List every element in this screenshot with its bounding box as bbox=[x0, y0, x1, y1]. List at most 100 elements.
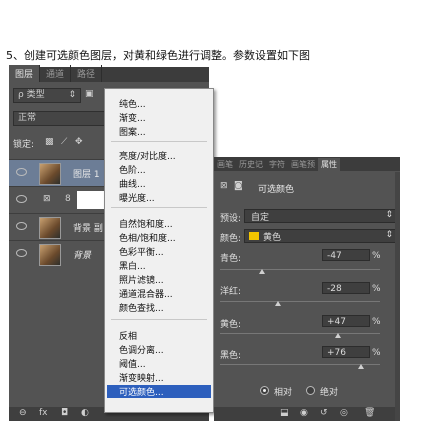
lock-label: 锁定: bbox=[13, 140, 35, 150]
blend-mode-select[interactable]: 正常 bbox=[13, 111, 105, 126]
percent-label: % bbox=[372, 284, 381, 294]
tab-layers[interactable]: 图层 bbox=[9, 65, 41, 82]
radio-absolute-label: 绝对 bbox=[320, 388, 339, 398]
menu-item-color-balance[interactable]: 色彩平衡... bbox=[119, 245, 164, 258]
eye-icon[interactable] bbox=[16, 222, 27, 230]
percent-label: % bbox=[372, 251, 381, 261]
properties-panel: 画笔 历史记 字符 画笔预 属性 ⊠ ◙ 可选颜色 预设: 自定 ⇕ 颜色: 黄… bbox=[214, 157, 400, 421]
blend-mode-value: 正常 bbox=[18, 113, 37, 123]
radio-absolute[interactable] bbox=[306, 386, 315, 395]
mask-icon[interactable]: ◘ bbox=[61, 408, 68, 418]
filter-select[interactable]: ρ 类型 ⇕ bbox=[13, 88, 81, 103]
selective-color-icon: ⊠ bbox=[220, 181, 228, 191]
tab-properties[interactable]: 属性 bbox=[318, 158, 340, 171]
cyan-value-input[interactable]: -47 bbox=[322, 249, 370, 261]
link-icon: 8 bbox=[65, 194, 71, 204]
radio-relative[interactable] bbox=[260, 386, 269, 395]
magenta-slider-knob[interactable] bbox=[274, 301, 281, 306]
menu-item-color-lookup[interactable]: 颜色查找... bbox=[119, 301, 164, 314]
layers-tabs: 图层 通道 路径 bbox=[9, 65, 209, 82]
eye-icon[interactable] bbox=[16, 249, 27, 257]
black-slider-track[interactable] bbox=[220, 364, 380, 365]
adjustment-icon: ⊠ bbox=[43, 194, 51, 204]
menu-item-pattern[interactable]: 图案... bbox=[119, 125, 146, 138]
tab-history[interactable]: 历史记 bbox=[236, 158, 266, 171]
slider-label: 黑色: bbox=[220, 351, 242, 361]
menu-item-photo-filter[interactable]: 照片滤镜... bbox=[119, 273, 164, 286]
black-slider-knob[interactable] bbox=[357, 364, 364, 369]
yellow-value-input[interactable]: +47 bbox=[322, 315, 370, 327]
slider-label: 青色: bbox=[220, 254, 242, 264]
instruction-text: 5、创建可选颜色图层，对黄和绿色进行调整。参数设置如下图 bbox=[6, 49, 310, 62]
menu-item-channel-mixer[interactable]: 通道混合器... bbox=[119, 287, 173, 300]
layer-name: 背景 bbox=[73, 251, 92, 261]
colors-label: 颜色: bbox=[220, 234, 242, 244]
tab-brush-presets[interactable]: 画笔预 bbox=[288, 158, 318, 171]
menu-separator bbox=[111, 207, 207, 208]
magenta-slider-track[interactable] bbox=[220, 301, 380, 302]
tab-character[interactable]: 字符 bbox=[266, 158, 288, 171]
preset-select[interactable]: 自定 ⇕ bbox=[244, 209, 398, 223]
tab-paths[interactable]: 路径 bbox=[71, 65, 103, 82]
eye-icon[interactable] bbox=[16, 195, 27, 203]
chevron-down-icon: ⇕ bbox=[385, 230, 393, 240]
colors-select[interactable]: 黄色 ⇕ bbox=[244, 229, 398, 243]
menu-item-vibrance[interactable]: 自然饱和度... bbox=[119, 217, 173, 230]
chevron-down-icon: ⇕ bbox=[68, 90, 76, 100]
properties-scrollbar[interactable] bbox=[395, 172, 400, 421]
properties-tabs: 画笔 历史记 字符 画笔预 属性 bbox=[214, 157, 400, 171]
layer-thumbnail bbox=[39, 244, 61, 266]
menu-separator bbox=[111, 319, 207, 320]
preset-label: 预设: bbox=[220, 214, 242, 224]
filter-label: ρ 类型 bbox=[18, 90, 45, 100]
menu-item-gradient-map[interactable]: 渐变映射... bbox=[119, 371, 164, 384]
brush-icon[interactable]: ⟋ bbox=[61, 137, 67, 147]
menu-item-brightness-contrast[interactable]: 亮度/对比度... bbox=[119, 149, 176, 162]
colors-value: 黄色 bbox=[263, 233, 282, 243]
tab-brush[interactable]: 画笔 bbox=[214, 158, 236, 171]
menu-item-solid-color[interactable]: 纯色... bbox=[119, 97, 146, 110]
view-previous-icon[interactable]: ◉ bbox=[300, 408, 308, 418]
menu-item-invert[interactable]: 反相 bbox=[119, 329, 137, 342]
trash-icon[interactable]: 🗑 bbox=[364, 408, 375, 418]
slider-label: 洋红: bbox=[220, 287, 242, 297]
color-swatch bbox=[249, 232, 259, 240]
layer-thumbnail bbox=[39, 163, 61, 185]
image-filter-icon[interactable]: ▣ bbox=[85, 89, 94, 99]
menu-item-exposure[interactable]: 曝光度... bbox=[119, 191, 155, 204]
percent-label: % bbox=[372, 348, 381, 358]
menu-item-levels[interactable]: 色阶... bbox=[119, 163, 146, 176]
menu-item-gradient[interactable]: 渐变... bbox=[119, 111, 146, 124]
fx-icon[interactable]: fx bbox=[39, 408, 48, 418]
adjustment-layer-menu: 纯色... 渐变... 图案... 亮度/对比度... 色阶... 曲线... … bbox=[104, 88, 214, 413]
menu-item-threshold[interactable]: 阈值... bbox=[119, 357, 146, 370]
menu-item-posterize[interactable]: 色调分离... bbox=[119, 343, 164, 356]
tab-channels[interactable]: 通道 bbox=[40, 65, 72, 82]
black-value-input[interactable]: +76 bbox=[322, 346, 370, 358]
clip-icon[interactable]: ⬓ bbox=[280, 408, 289, 418]
menu-item-selective-color[interactable]: 可选颜色... bbox=[107, 385, 211, 398]
menu-separator bbox=[111, 141, 207, 142]
layer-name: 图层 1 bbox=[73, 170, 100, 180]
percent-label: % bbox=[372, 317, 381, 327]
menu-item-black-white[interactable]: 黑白... bbox=[119, 259, 146, 272]
menu-item-curves[interactable]: 曲线... bbox=[119, 177, 146, 190]
adjustment-layer-icon[interactable]: ◐ bbox=[81, 408, 89, 418]
magenta-value-input[interactable]: -28 bbox=[322, 282, 370, 294]
layer-mask-thumbnail bbox=[77, 191, 105, 209]
preset-value: 自定 bbox=[251, 213, 270, 223]
eye-icon[interactable] bbox=[16, 168, 27, 176]
yellow-slider-knob[interactable] bbox=[334, 333, 341, 338]
yellow-slider-track[interactable] bbox=[220, 333, 380, 334]
lock-transparent-icon[interactable]: ▩ bbox=[45, 137, 54, 147]
properties-title: 可选颜色 bbox=[258, 185, 295, 195]
properties-bottom-bar: ⬓ ◉ ↺ ◎ 🗑 bbox=[214, 407, 400, 421]
cyan-slider-knob[interactable] bbox=[259, 269, 266, 274]
menu-item-hue-saturation[interactable]: 色相/饱和度... bbox=[119, 231, 176, 244]
link-layers-icon[interactable]: ⊖ bbox=[19, 408, 27, 418]
reset-icon[interactable]: ↺ bbox=[320, 408, 328, 418]
chevron-down-icon: ⇕ bbox=[385, 210, 393, 220]
cyan-slider-track[interactable] bbox=[220, 269, 380, 270]
move-icon[interactable]: ✥ bbox=[75, 137, 83, 147]
visibility-icon[interactable]: ◎ bbox=[340, 408, 348, 418]
